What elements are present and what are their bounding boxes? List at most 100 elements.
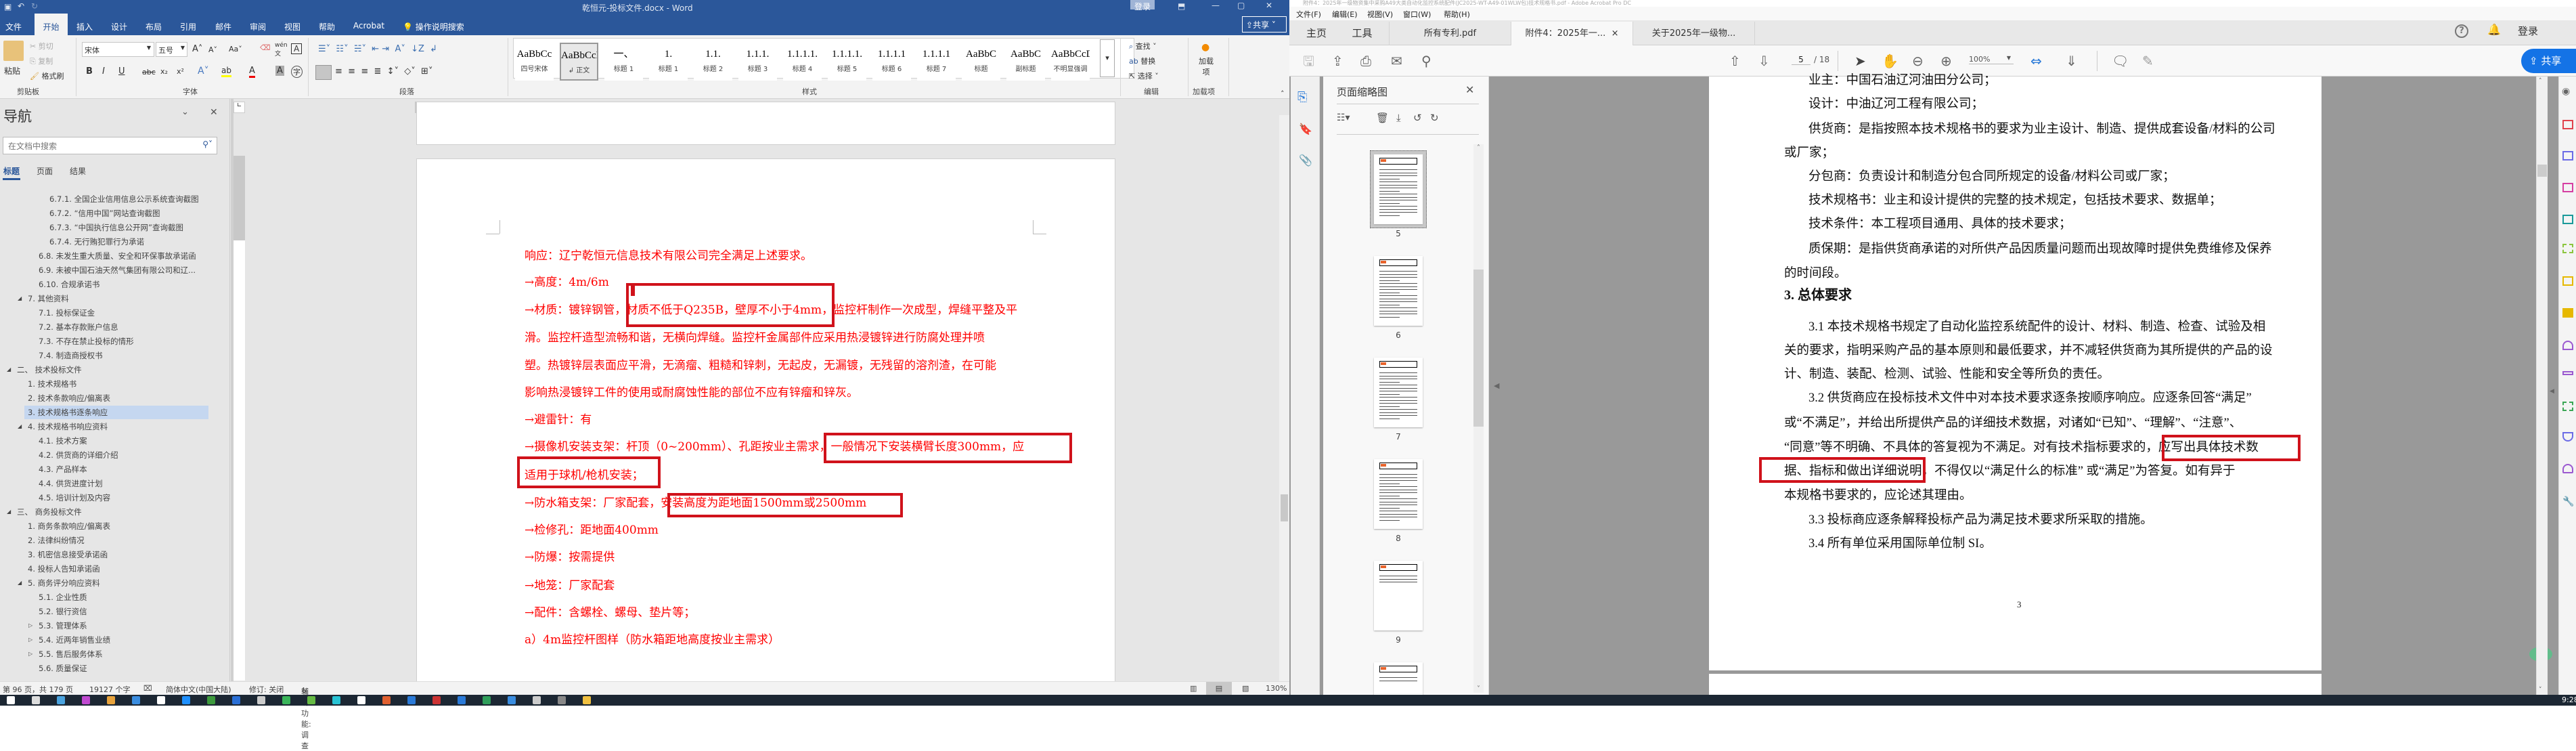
taskbar-app-icon[interactable]: [107, 696, 115, 704]
zoom-select[interactable]: 100% ▼: [1969, 55, 2014, 64]
nav-tab-headings[interactable]: 标题: [3, 165, 20, 177]
tell-me-search[interactable]: 💡 操作说明搜索: [403, 18, 470, 35]
nav-item[interactable]: 5.6. 质量保证: [36, 662, 87, 675]
nav-item[interactable]: 2. 技术条款响应/偏离表: [25, 391, 110, 405]
taskbar-app-icon[interactable]: [407, 696, 416, 704]
organize-pages-icon[interactable]: [2562, 215, 2573, 224]
tab-document-active[interactable]: 附件4：2025年一... ×: [1511, 22, 1633, 45]
tab-home[interactable]: 开始: [35, 14, 68, 35]
rotate-right-icon[interactable]: ↻: [1430, 112, 1439, 124]
close-button[interactable]: ✕: [1266, 1, 1272, 10]
style-11[interactable]: AaBbC 副标题: [1006, 43, 1045, 81]
style-1[interactable]: AaBbCcDdE ↲ 正文: [560, 43, 598, 81]
scrollbar-thumb[interactable]: [2537, 165, 2547, 177]
tab-tools[interactable]: 工具: [1335, 22, 1390, 45]
style-4[interactable]: 1.1. 标题 2: [694, 43, 732, 81]
word-count[interactable]: 19127 个字: [89, 684, 131, 695]
taskbar-app-icon[interactable]: [583, 696, 591, 704]
scroll-down-icon[interactable]: ˅: [2539, 687, 2542, 693]
tab-insert[interactable]: 插入: [74, 18, 95, 35]
upload-cloud-icon[interactable]: ⇪: [1332, 52, 1343, 70]
nav-item[interactable]: 4. 技术规格书响应资料: [25, 420, 108, 433]
nav-item[interactable]: 6.7.2. “信用中国”网站查询截图: [47, 207, 160, 220]
send-signature-icon[interactable]: [2562, 341, 2573, 350]
expanded-triangle-icon[interactable]: ◢: [18, 423, 22, 429]
thumbnails-scrollbar[interactable]: ˄ ˅: [1473, 144, 1484, 693]
taskbar-app-icon[interactable]: [282, 696, 290, 704]
tab-review[interactable]: 审阅: [248, 18, 268, 35]
pdf-scrollbar[interactable]: ˄ ˅: [2536, 77, 2548, 695]
tab-document[interactable]: 关于2025年一级物...: [1633, 22, 1755, 45]
taskbar-app-icon[interactable]: [432, 696, 441, 704]
redo-icon[interactable]: ↻: [31, 1, 38, 11]
page-count[interactable]: 第 96 页，共 179 页: [3, 684, 73, 695]
document-paragraph[interactable]: 塑。热镀锌层表面应平滑，无滴瘤、粗糙和锌刺，无起皮，无漏镀，无残留的溶剂渣，在可…: [525, 359, 996, 372]
ribbon-display-icon[interactable]: ⬒: [1178, 1, 1185, 11]
collapsed-triangle-icon[interactable]: ▷: [28, 622, 32, 628]
align-left-button[interactable]: [315, 65, 332, 80]
nav-item[interactable]: 4. 投标人告知承诺函: [25, 562, 100, 576]
style-5[interactable]: 1.1.1. 标题 3: [738, 43, 777, 81]
menu-help[interactable]: 帮助(H): [1444, 9, 1470, 20]
paste-icon[interactable]: [3, 41, 24, 61]
protect-icon[interactable]: [2562, 432, 2573, 442]
taskbar-app-icon[interactable]: [458, 696, 466, 704]
export-pdf-icon[interactable]: [2562, 183, 2573, 192]
taskbar-app-icon[interactable]: [157, 696, 165, 704]
bullets-icon[interactable]: ☰˅ ☷˅ ☵˅ ⇤ ⇥ A˅ ↓Z ↲: [318, 44, 437, 54]
document-paragraph[interactable]: →高度：4m/6m: [525, 276, 609, 289]
delete-page-icon[interactable]: 🗑: [1376, 112, 1389, 124]
expanded-triangle-icon[interactable]: ◢: [7, 366, 11, 372]
read-mode-icon[interactable]: ▥: [1190, 684, 1197, 693]
comment-tool-icon[interactable]: [2562, 308, 2573, 318]
taskbar-app-icon[interactable]: [32, 696, 40, 704]
nav-item[interactable]: 6.8. 未发生重大质量、安全和环保事故承诺函: [36, 249, 196, 263]
expanded-triangle-icon[interactable]: ◢: [7, 509, 11, 515]
save-icon[interactable]: ▣: [4, 2, 12, 12]
style-8[interactable]: 1.1.1.1 标题 6: [872, 43, 911, 81]
cut-button[interactable]: ✂ 剪切: [30, 41, 53, 51]
redact-icon[interactable]: [2562, 371, 2573, 375]
taskbar-app-icon[interactable]: [332, 696, 340, 704]
proofing-icon[interactable]: ⌧: [143, 684, 152, 693]
previous-page-icon[interactable]: ⇧: [1729, 52, 1741, 70]
nav-item[interactable]: 7.3. 不存在禁止投标的情形: [36, 335, 134, 348]
format-painter-button[interactable]: 🖌 格式刷: [30, 70, 64, 81]
collapsed-triangle-icon[interactable]: ▷: [28, 637, 32, 643]
next-page-icon[interactable]: ⇩: [1758, 52, 1770, 70]
highlight-color-icon[interactable]: ab: [221, 66, 231, 77]
nav-item[interactable]: 6.10. 合规承诺书: [36, 278, 99, 291]
page-thumbnail[interactable]: [1374, 561, 1423, 630]
stamp-icon[interactable]: [2562, 464, 2573, 473]
combine-files-icon[interactable]: [2562, 244, 2573, 253]
bookmark-icon[interactable]: 🔖: [1299, 123, 1312, 135]
edit-pdf-icon[interactable]: [2562, 151, 2573, 160]
collapsed-triangle-icon[interactable]: ▷: [28, 651, 32, 657]
vertical-ruler[interactable]: [234, 156, 245, 681]
document-scrollbar[interactable]: [1279, 115, 1289, 681]
copy-button[interactable]: ⎘ 复制: [30, 56, 53, 66]
create-pdf-icon[interactable]: [2562, 120, 2573, 129]
collapse-ribbon-icon[interactable]: ˄: [1281, 89, 1285, 98]
search-icon[interactable]: ⚲: [1421, 52, 1431, 70]
nav-item[interactable]: 6.7.3. “中国执行信息公开网”查询截图: [47, 221, 183, 234]
web-layout-icon[interactable]: ▧: [1242, 684, 1249, 693]
rotate-left-icon[interactable]: ↺: [1413, 112, 1422, 124]
document-paragraph[interactable]: →避雷针：有: [525, 413, 592, 427]
taskbar-app-icon[interactable]: [57, 696, 65, 704]
tab-design[interactable]: 设计: [109, 18, 129, 35]
align-buttons[interactable]: ≡ ≡ ≡ ≣ ↕˅ ◇˅ ⊞˅: [335, 66, 432, 77]
nav-item[interactable]: 7. 其他资料: [25, 292, 69, 305]
nav-close-icon[interactable]: ✕: [210, 107, 218, 118]
page-thumbnails-icon[interactable]: ⎘: [1297, 90, 1307, 104]
page-thumbnail[interactable]: [1374, 459, 1423, 529]
print-layout-icon[interactable]: ▤: [1206, 682, 1232, 695]
word-login-button[interactable]: 登录: [1130, 0, 1155, 12]
help-icon[interactable]: ?: [2455, 24, 2468, 38]
attachment-icon[interactable]: 📎: [1299, 154, 1312, 167]
shrink-font-icon[interactable]: A˅: [208, 45, 217, 54]
acrobat-login-button[interactable]: 登录: [2518, 24, 2538, 38]
nav-item[interactable]: 7.2. 基本存款账户信息: [36, 320, 118, 334]
nav-item[interactable]: 5.5. 售后服务体系: [36, 647, 103, 661]
nav-tab-results[interactable]: 结果: [70, 165, 86, 177]
